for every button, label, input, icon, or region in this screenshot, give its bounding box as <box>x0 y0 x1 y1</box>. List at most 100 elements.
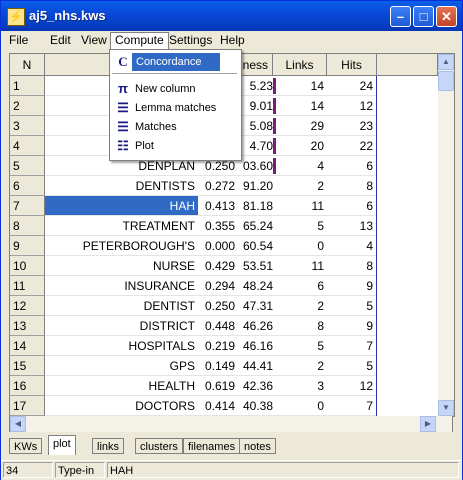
row-number[interactable]: 8 <box>10 216 45 236</box>
tab-plot[interactable]: plot <box>48 435 76 455</box>
menu-item-plot[interactable]: ☷ Plot <box>111 137 239 155</box>
tab-links[interactable]: links <box>92 438 125 454</box>
concordance-icon: C <box>118 54 128 69</box>
menu-compute[interactable]: Compute <box>110 32 169 50</box>
keyness-bar <box>273 138 276 154</box>
status-count: 34 <box>3 462 53 478</box>
table-row[interactable]: 15 GPS 0.149 44.41 2 5 <box>10 356 438 376</box>
links-cell: 2 <box>273 176 327 196</box>
table-row[interactable]: 6 DENTISTS 0.272 91.20 2 8 <box>10 176 438 196</box>
menu-bar: File Edit View Compute Settings Help <box>1 31 462 50</box>
menu-view[interactable]: View <box>77 33 111 48</box>
table-row[interactable]: 7 HAH 0.413 81.18 11 6 <box>10 196 438 216</box>
row-number[interactable]: 11 <box>10 276 45 296</box>
status-bar: 34 Type-in HAH <box>1 460 462 480</box>
table-row[interactable]: 17 DOCTORS 0.414 40.38 0 7 <box>10 396 438 416</box>
word-cell[interactable]: DENTISTS <box>45 176 198 196</box>
tab-kws[interactable]: KWs <box>9 438 43 454</box>
word-cell[interactable]: NURSE <box>45 256 198 276</box>
word-cell[interactable]: HEALTH <box>45 376 198 396</box>
menu-item-matches[interactable]: ☰ Matches <box>111 118 239 136</box>
hits-cell: 8 <box>327 256 377 276</box>
horizontal-scrollbar[interactable]: ◀ ▶ <box>9 416 453 432</box>
tab-notes[interactable]: notes <box>239 438 276 454</box>
row-number[interactable]: 12 <box>10 296 45 316</box>
word-cell[interactable]: HAH <box>45 196 198 216</box>
col-header-n[interactable]: N <box>10 54 45 76</box>
scroll-up-button[interactable]: ▲ <box>438 54 454 70</box>
menu-edit[interactable]: Edit <box>46 33 75 48</box>
word-cell[interactable]: GPS <box>45 356 198 376</box>
col-header-hits[interactable]: Hits <box>327 54 377 76</box>
menu-item-concordance[interactable]: C Concordance <box>111 53 239 71</box>
hits-cell: 22 <box>327 136 377 156</box>
word-cell[interactable]: TREATMENT <box>45 216 198 236</box>
table-row[interactable]: 9 PETERBOROUGH'S 0.000 60.54 0 4 <box>10 236 438 256</box>
scroll-right-button[interactable]: ▶ <box>420 416 436 432</box>
row-number[interactable]: 3 <box>10 116 45 136</box>
table-row[interactable]: 12 DENTIST 0.250 47.31 2 5 <box>10 296 438 316</box>
hits-cell: 7 <box>327 396 377 416</box>
row-number[interactable]: 15 <box>10 356 45 376</box>
table-row[interactable]: 13 DISTRICT 0.448 46.26 8 9 <box>10 316 438 336</box>
keyness-bar <box>273 78 276 94</box>
main-window: ⚡ aj5_nhs.kws – □ ✕ File Edit View Compu… <box>0 0 463 480</box>
row-number[interactable]: 5 <box>10 156 45 176</box>
row-number[interactable]: 2 <box>10 96 45 116</box>
row-number[interactable]: 10 <box>10 256 45 276</box>
tab-clusters[interactable]: clusters <box>135 438 183 454</box>
row-number[interactable]: 14 <box>10 336 45 356</box>
col-header-links[interactable]: Links <box>273 54 327 76</box>
pi-icon: π <box>118 81 128 96</box>
app-icon[interactable]: ⚡ <box>7 8 25 26</box>
row-number[interactable]: 4 <box>10 136 45 156</box>
word-cell[interactable]: HOSPITALS <box>45 336 198 356</box>
value-cell: 0.272 <box>198 176 235 196</box>
word-cell[interactable]: PETERBOROUGH'S <box>45 236 198 256</box>
hits-cell: 4 <box>327 236 377 256</box>
table-row[interactable]: 14 HOSPITALS 0.219 46.16 5 7 <box>10 336 438 356</box>
value-cell: 0.413 <box>198 196 235 216</box>
table-row[interactable]: 16 HEALTH 0.619 42.36 3 12 <box>10 376 438 396</box>
title-bar[interactable]: ⚡ aj5_nhs.kws – □ ✕ <box>1 1 462 31</box>
table-row[interactable]: 11 INSURANCE 0.294 48.24 6 9 <box>10 276 438 296</box>
row-number[interactable]: 13 <box>10 316 45 336</box>
links-cell: 8 <box>273 316 327 336</box>
compute-dropdown-menu: C Concordance π New column ☰ Lemma match… <box>109 49 242 161</box>
links-cell: 0 <box>273 236 327 256</box>
tab-filenames[interactable]: filenames <box>183 438 241 454</box>
table-row[interactable]: 8 TREATMENT 0.355 65.24 5 13 <box>10 216 438 236</box>
row-number[interactable]: 7 <box>10 196 45 216</box>
row-number[interactable]: 1 <box>10 76 45 96</box>
keyness-cell: 40.38 <box>235 396 273 416</box>
vertical-scrollbar[interactable]: ▲ ▼ <box>438 54 454 416</box>
tab-strip: KWs plot links clusters filenames notes <box>9 435 453 455</box>
menu-settings[interactable]: Settings <box>165 33 216 48</box>
menu-item-lemma-matches[interactable]: ☰ Lemma matches <box>111 99 239 117</box>
hits-cell: 23 <box>327 116 377 136</box>
scroll-left-button[interactable]: ◀ <box>10 416 26 432</box>
menu-file[interactable]: File <box>5 33 32 48</box>
keyness-cell: 81.18 <box>235 196 273 216</box>
value-cell: 0.355 <box>198 216 235 236</box>
row-number[interactable]: 6 <box>10 176 45 196</box>
row-number[interactable]: 9 <box>10 236 45 256</box>
scroll-thumb[interactable] <box>438 71 454 91</box>
menu-help[interactable]: Help <box>216 33 249 48</box>
hits-cell: 12 <box>327 376 377 396</box>
minimize-button[interactable]: – <box>390 6 411 27</box>
word-cell[interactable]: DENTIST <box>45 296 198 316</box>
hits-cell: 12 <box>327 96 377 116</box>
word-cell[interactable]: DOCTORS <box>45 396 198 416</box>
row-number[interactable]: 16 <box>10 376 45 396</box>
hits-cell: 24 <box>327 76 377 96</box>
row-number[interactable]: 17 <box>10 396 45 416</box>
scroll-down-button[interactable]: ▼ <box>438 400 454 416</box>
word-cell[interactable]: INSURANCE <box>45 276 198 296</box>
value-cell: 0.294 <box>198 276 235 296</box>
table-row[interactable]: 10 NURSE 0.429 53.51 11 8 <box>10 256 438 276</box>
word-cell[interactable]: DISTRICT <box>45 316 198 336</box>
menu-item-new-column[interactable]: π New column <box>111 80 239 98</box>
maximize-button[interactable]: □ <box>413 6 434 27</box>
close-button[interactable]: ✕ <box>436 6 457 27</box>
